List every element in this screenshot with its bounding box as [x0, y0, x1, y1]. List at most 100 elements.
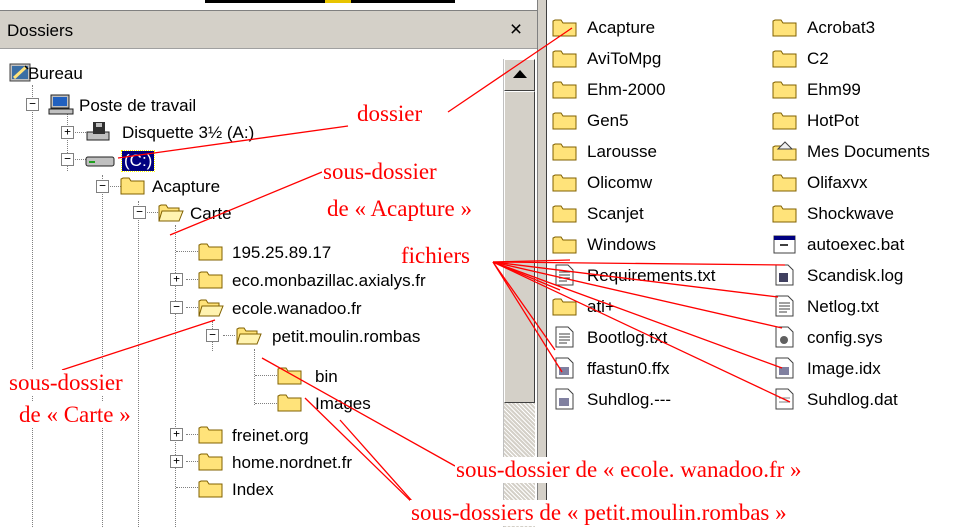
tree-label: 195.25.89.17	[232, 243, 332, 262]
file-label: Mes Documents	[807, 142, 930, 161]
annotation-sous-dossiers-petit: sous-dossiers de « petit.moulin.rombas »	[410, 500, 788, 526]
open-folder-icon	[158, 204, 184, 222]
annotation-dossier: dossier	[356, 101, 424, 127]
collapse-toggle[interactable]: −	[133, 206, 146, 219]
folder-icon	[552, 19, 577, 37]
my-documents-icon	[772, 141, 797, 161]
collapse-toggle[interactable]: −	[170, 301, 183, 314]
tree-label: home.nordnet.fr	[232, 453, 353, 472]
system-file-icon	[555, 388, 574, 410]
batch-file-icon	[773, 235, 796, 254]
file-label: C2	[807, 49, 829, 68]
folder-icon	[772, 205, 797, 223]
file-label: Acrobat3	[807, 18, 876, 37]
scroll-up-button[interactable]	[504, 59, 535, 91]
file-label: Image.idx	[807, 359, 881, 378]
annotation-de-acapture: de « Acapture »	[326, 196, 473, 222]
log-file-icon	[775, 264, 794, 286]
open-folder-icon	[198, 299, 224, 317]
annotation-fichiers: fichiers	[400, 243, 471, 269]
file-label: Acapture	[587, 18, 656, 37]
tree-label: eco.monbazillac.axialys.fr	[232, 271, 426, 290]
tree-label: ecole.wanadoo.fr	[232, 299, 362, 318]
folders-pane-header: Dossiers ×	[0, 11, 537, 49]
collapse-toggle[interactable]: −	[206, 329, 219, 342]
file-label: Scandisk.log	[807, 266, 904, 285]
tree-label: Index	[232, 480, 274, 499]
system-file-icon	[775, 357, 794, 379]
floppy-drive-icon	[86, 122, 110, 141]
expand-toggle[interactable]: +	[170, 428, 183, 441]
tree-label: Bureau	[28, 64, 83, 83]
collapse-toggle[interactable]: −	[96, 180, 109, 193]
folder-icon	[552, 81, 577, 99]
hard-drive-icon	[85, 156, 115, 167]
close-pane-button[interactable]: ×	[505, 19, 527, 41]
files-pane: Acapture AviToMpg Ehm-2000 Gen5 Larousse Olic…	[547, 0, 961, 526]
collapse-toggle[interactable]: −	[26, 98, 39, 111]
tree-label: Carte	[190, 204, 232, 223]
folder-icon	[772, 112, 797, 130]
folder-icon	[552, 50, 577, 68]
file-label: Netlog.txt	[807, 297, 879, 316]
tree-label: Disquette 3½ (A:)	[122, 123, 255, 142]
file-label: Larousse	[587, 142, 657, 161]
folder-icon	[198, 426, 223, 444]
annotation-de-carte: de « Carte »	[18, 402, 132, 428]
folder-icon	[552, 143, 577, 161]
folder-icon	[120, 177, 145, 195]
expand-toggle[interactable]: +	[61, 126, 74, 139]
file-label: Gen5	[587, 111, 629, 130]
file-label: Ehm99	[807, 80, 861, 99]
tree-label: (C:)	[120, 150, 156, 172]
system-file-icon	[555, 357, 574, 379]
annotation-sous-dossier-ecole: sous-dossier de « ecole. wanadoo.fr »	[455, 457, 803, 483]
file-label: Scanjet	[587, 204, 644, 223]
expand-toggle[interactable]: +	[170, 273, 183, 286]
file-label: ati+	[587, 297, 615, 316]
explorer-window: Dossiers × Bureau − Poste de travail + D…	[0, 0, 961, 527]
file-label: Windows	[587, 235, 656, 254]
file-label: Suhdlog.dat	[807, 390, 898, 409]
file-label: Ehm-2000	[587, 80, 666, 99]
scroll-thumb[interactable]	[504, 91, 535, 403]
file-label: Shockwave	[807, 204, 894, 223]
file-label: Olicomw	[587, 173, 653, 192]
text-file-icon	[775, 295, 794, 317]
folder-icon	[198, 453, 223, 471]
top-edge	[205, 0, 455, 3]
file-label: Requirements.txt	[587, 266, 716, 285]
tree-label: Acapture	[152, 177, 221, 196]
tree-label: Images	[315, 394, 371, 413]
text-file-icon	[555, 326, 574, 348]
folder-icon	[552, 112, 577, 130]
annotation-sous-dossier-carte: sous-dossier	[8, 370, 124, 396]
collapse-toggle[interactable]: −	[61, 153, 74, 166]
folder-icon	[552, 236, 577, 254]
file-label: Bootlog.txt	[587, 328, 668, 347]
open-folder-icon	[236, 327, 262, 345]
config-file-icon	[775, 326, 794, 348]
file-label: AviToMpg	[587, 49, 662, 68]
folder-icon	[277, 367, 302, 385]
folder-icon	[198, 271, 223, 289]
tree-label: freinet.org	[232, 426, 309, 445]
file-label: autoexec.bat	[807, 235, 905, 254]
expand-toggle[interactable]: +	[170, 455, 183, 468]
folder-icon	[772, 174, 797, 192]
folder-icon	[772, 50, 797, 68]
tree-label: bin	[315, 367, 338, 386]
folders-pane-title: Dossiers	[7, 21, 74, 40]
folder-icon	[277, 394, 302, 412]
text-file-icon	[555, 264, 574, 286]
file-label: ffastun0.ffx	[587, 359, 670, 378]
file-label: config.sys	[807, 328, 883, 347]
tree-label: Poste de travail	[79, 96, 197, 115]
folder-icon	[552, 205, 577, 223]
folder-icon	[772, 81, 797, 99]
folder-icon	[198, 243, 223, 261]
tree-label: petit.moulin.rombas	[272, 327, 421, 346]
data-file-icon	[775, 388, 794, 410]
computer-icon	[48, 94, 74, 115]
folder-icon	[198, 480, 223, 498]
